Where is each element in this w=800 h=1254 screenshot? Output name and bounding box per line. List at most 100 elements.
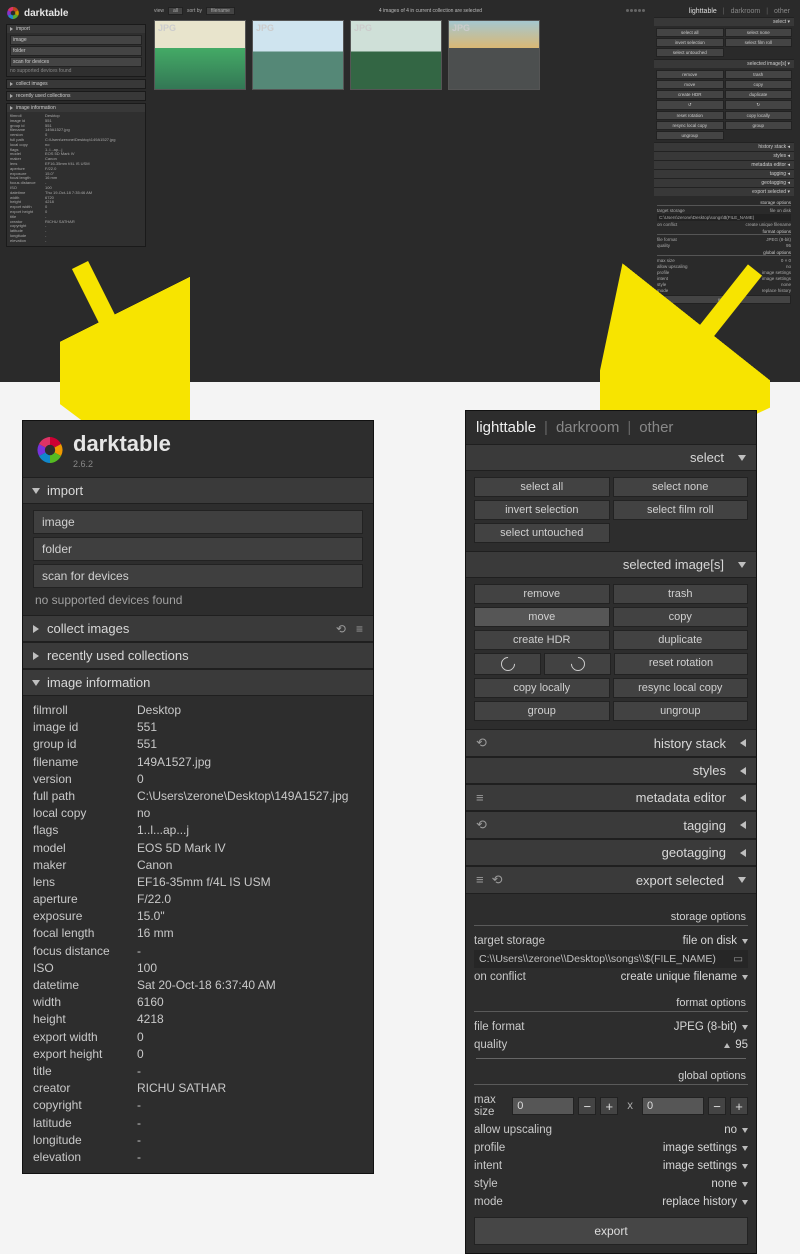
import-header[interactable]: import [23, 477, 373, 504]
select-none-button[interactable]: select none [613, 477, 749, 497]
mode-select[interactable]: replace history [662, 1196, 748, 1208]
quality-value[interactable]: 95 [724, 1039, 748, 1051]
mini-selimg-btn[interactable]: group [725, 121, 793, 130]
view-other[interactable]: other [639, 419, 673, 436]
group-button[interactable]: group [474, 701, 610, 721]
mini-export-header[interactable]: export selected ▾ [654, 187, 794, 196]
mini-selimg-btn[interactable]: ↻ [725, 100, 793, 110]
max-width-stepper[interactable]: 0−+ [512, 1097, 618, 1115]
mini-select-btn[interactable]: select untouched [656, 48, 724, 57]
tagging-header[interactable]: ⟲ tagging [466, 811, 756, 839]
select-untouched-button[interactable]: select untouched [474, 523, 610, 543]
select-header[interactable]: select [466, 444, 756, 471]
mini-view-lighttable[interactable]: lighttable [689, 8, 717, 15]
reset-icon[interactable]: ⟲ [336, 622, 346, 636]
export-header[interactable]: ≡⟲ export selected [466, 866, 756, 894]
mini-selimg-btn[interactable]: reset rotation [656, 111, 724, 120]
mini-selimg-btn[interactable]: ↺ [656, 100, 724, 110]
remove-button[interactable]: remove [474, 584, 610, 604]
info-header[interactable]: image information [23, 669, 373, 696]
move-button[interactable]: move [474, 607, 610, 627]
mini-selimg-btn[interactable]: move [656, 80, 724, 89]
mini-select-btn[interactable]: select all [656, 28, 724, 37]
geotagging-header[interactable]: geotagging [466, 839, 756, 866]
profile-select[interactable]: image settings [663, 1142, 748, 1154]
thumbnail[interactable]: JPG [350, 20, 442, 90]
mini-select-btn[interactable]: invert selection [656, 38, 724, 47]
thumbnail[interactable]: JPG [252, 20, 344, 90]
reset-icon[interactable]: ⟲ [476, 735, 487, 751]
upscaling-select[interactable]: no [724, 1124, 748, 1136]
mini-module-header[interactable]: tagging ◂ [654, 169, 794, 178]
invert-selection-button[interactable]: invert selection [474, 500, 610, 520]
mini-module-header[interactable]: styles ◂ [654, 151, 794, 160]
reset-icon[interactable]: ⟲ [492, 872, 503, 888]
on-conflict-select[interactable]: create unique filename [621, 971, 748, 983]
file-format-select[interactable]: JPEG (8-bit) [674, 1021, 748, 1033]
metadata-header[interactable]: ≡ metadata editor [466, 784, 756, 811]
mini-selimg-btn[interactable]: copy [725, 80, 793, 89]
copy-locally-button[interactable]: copy locally [474, 678, 610, 698]
rotate-left-button[interactable] [474, 653, 541, 675]
mini-selimg-header[interactable]: selected image[s] ▾ [654, 59, 794, 68]
mini-view-select[interactable]: all [168, 7, 183, 15]
presets-icon[interactable]: ≡ [356, 622, 363, 636]
thumbnail[interactable]: JPG [448, 20, 540, 90]
mini-select-btn[interactable]: select none [725, 28, 793, 37]
mini-selimg-btn[interactable]: resync local copy [656, 121, 724, 130]
reset-rotation-button[interactable]: reset rotation [614, 653, 748, 675]
mini-module-header[interactable]: geotagging ◂ [654, 178, 794, 187]
mini-select-header[interactable]: select ▾ [654, 17, 794, 26]
thumbnail[interactable]: JPG [154, 20, 246, 90]
quality-slider[interactable] [476, 1058, 746, 1059]
mini-selimg-btn[interactable]: create HDR [656, 90, 724, 99]
mini-import-btn[interactable]: scan for devices [10, 57, 142, 67]
mini-selimg-btn[interactable]: remove [656, 70, 724, 79]
copy-button[interactable]: copy [613, 607, 749, 627]
max-height-stepper[interactable]: 0−+ [642, 1097, 748, 1115]
import-image-button[interactable]: image [33, 510, 363, 534]
resync-button[interactable]: resync local copy [613, 678, 749, 698]
export-path-field[interactable]: C:\\Users\\zerone\\Desktop\\songs\\$(FIL… [474, 950, 748, 968]
mini-view-other[interactable]: other [774, 8, 790, 15]
recent-header[interactable]: recently used collections [23, 642, 373, 669]
intent-select[interactable]: image settings [663, 1160, 748, 1172]
styles-header[interactable]: styles [466, 757, 756, 784]
presets-icon[interactable]: ≡ [476, 872, 484, 888]
mini-recent-header[interactable]: recently used collections [7, 92, 145, 100]
trash-button[interactable]: trash [613, 584, 749, 604]
target-storage-select[interactable]: file on disk [683, 935, 748, 947]
mini-selimg-btn[interactable]: duplicate [725, 90, 793, 99]
mini-view-darkroom[interactable]: darkroom [731, 8, 761, 15]
import-scan-button[interactable]: scan for devices [33, 564, 363, 588]
presets-icon[interactable]: ≡ [476, 790, 484, 805]
style-select[interactable]: none [711, 1178, 748, 1190]
mini-collect-header[interactable]: collect images [7, 80, 145, 88]
mini-sort-select[interactable]: filename [206, 7, 235, 15]
mini-select-btn[interactable]: select film roll [725, 38, 793, 47]
mini-import-btn[interactable]: image [10, 35, 142, 45]
select-all-button[interactable]: select all [474, 477, 610, 497]
mini-selimg-btn[interactable]: ungroup [656, 131, 724, 140]
mini-info-header[interactable]: image information [7, 104, 145, 112]
mini-module-header[interactable]: history stack ◂ [654, 142, 794, 151]
import-folder-button[interactable]: folder [33, 537, 363, 561]
view-darkroom[interactable]: darkroom [556, 419, 619, 436]
export-button[interactable]: export [474, 1217, 748, 1245]
mini-selimg-btn[interactable]: trash [725, 70, 793, 79]
ungroup-button[interactable]: ungroup [613, 701, 749, 721]
mini-import-header[interactable]: import [7, 25, 145, 33]
view-lighttable[interactable]: lighttable [476, 419, 536, 436]
hdr-button[interactable]: create HDR [474, 630, 610, 650]
collect-header[interactable]: collect images ⟲≡ [23, 615, 373, 642]
mini-module-header[interactable]: metadata editor ◂ [654, 160, 794, 169]
mini-selimg-btn[interactable]: copy locally [725, 111, 793, 120]
browse-icon[interactable]: ▭ [733, 953, 743, 965]
mini-import-btn[interactable]: folder [10, 46, 142, 56]
duplicate-button[interactable]: duplicate [613, 630, 749, 650]
select-filmroll-button[interactable]: select film roll [613, 500, 749, 520]
reset-icon[interactable]: ⟲ [476, 817, 487, 833]
rotate-right-button[interactable] [544, 653, 611, 675]
selimg-header[interactable]: selected image[s] [466, 551, 756, 578]
history-header[interactable]: ⟲ history stack [466, 729, 756, 757]
